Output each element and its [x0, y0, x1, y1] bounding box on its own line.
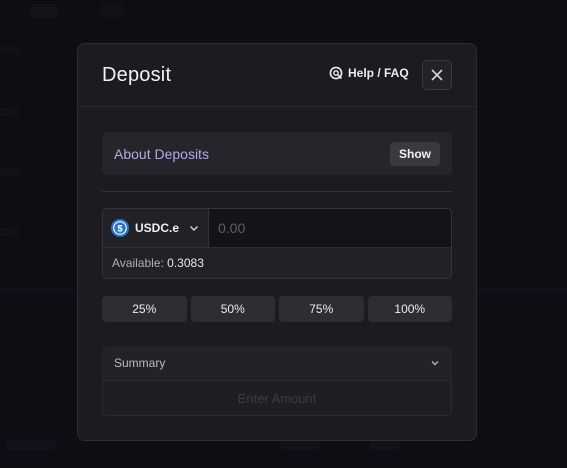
percent-50-button[interactable]: 50%	[190, 296, 275, 322]
percent-25-button[interactable]: 25%	[102, 296, 187, 322]
percent-75-button[interactable]: 75%	[279, 296, 364, 322]
close-button[interactable]	[422, 60, 452, 90]
show-button[interactable]: Show	[390, 141, 440, 166]
percent-100-button[interactable]: 100%	[367, 296, 452, 322]
summary-toggle[interactable]: Summary	[102, 346, 452, 380]
summary-label: Summary	[114, 356, 166, 370]
usdc-token-icon: $	[111, 219, 129, 237]
help-faq-label: Help / FAQ	[348, 66, 409, 80]
available-label: Available:	[112, 256, 164, 270]
modal-title: Deposit	[102, 63, 172, 86]
enter-amount-button[interactable]: Enter Amount	[102, 380, 452, 416]
deposit-modal: Deposit Help / FAQ About Deposits Show $…	[77, 43, 477, 441]
svg-text:$: $	[117, 224, 123, 235]
help-faq-link[interactable]: Help / FAQ	[329, 66, 409, 80]
about-deposits-panel: About Deposits Show	[102, 132, 452, 175]
amount-panel: $ USDC.e Available: 0.3083	[102, 208, 452, 279]
token-selector[interactable]: $ USDC.e	[103, 209, 209, 247]
chevron-down-icon	[190, 226, 199, 231]
divider	[102, 191, 452, 192]
modal-header: Deposit Help / FAQ	[78, 44, 476, 107]
amount-row: $ USDC.e	[103, 209, 451, 248]
close-icon	[431, 69, 443, 81]
available-value: 0.3083	[167, 256, 204, 270]
token-symbol: USDC.e	[135, 221, 180, 235]
help-icon	[329, 66, 343, 80]
amount-input[interactable]	[209, 209, 451, 247]
available-balance: Available: 0.3083	[103, 248, 451, 270]
chevron-down-icon	[431, 361, 439, 366]
about-deposits-label: About Deposits	[114, 145, 209, 162]
percent-buttons: 25% 50% 75% 100%	[102, 296, 452, 322]
